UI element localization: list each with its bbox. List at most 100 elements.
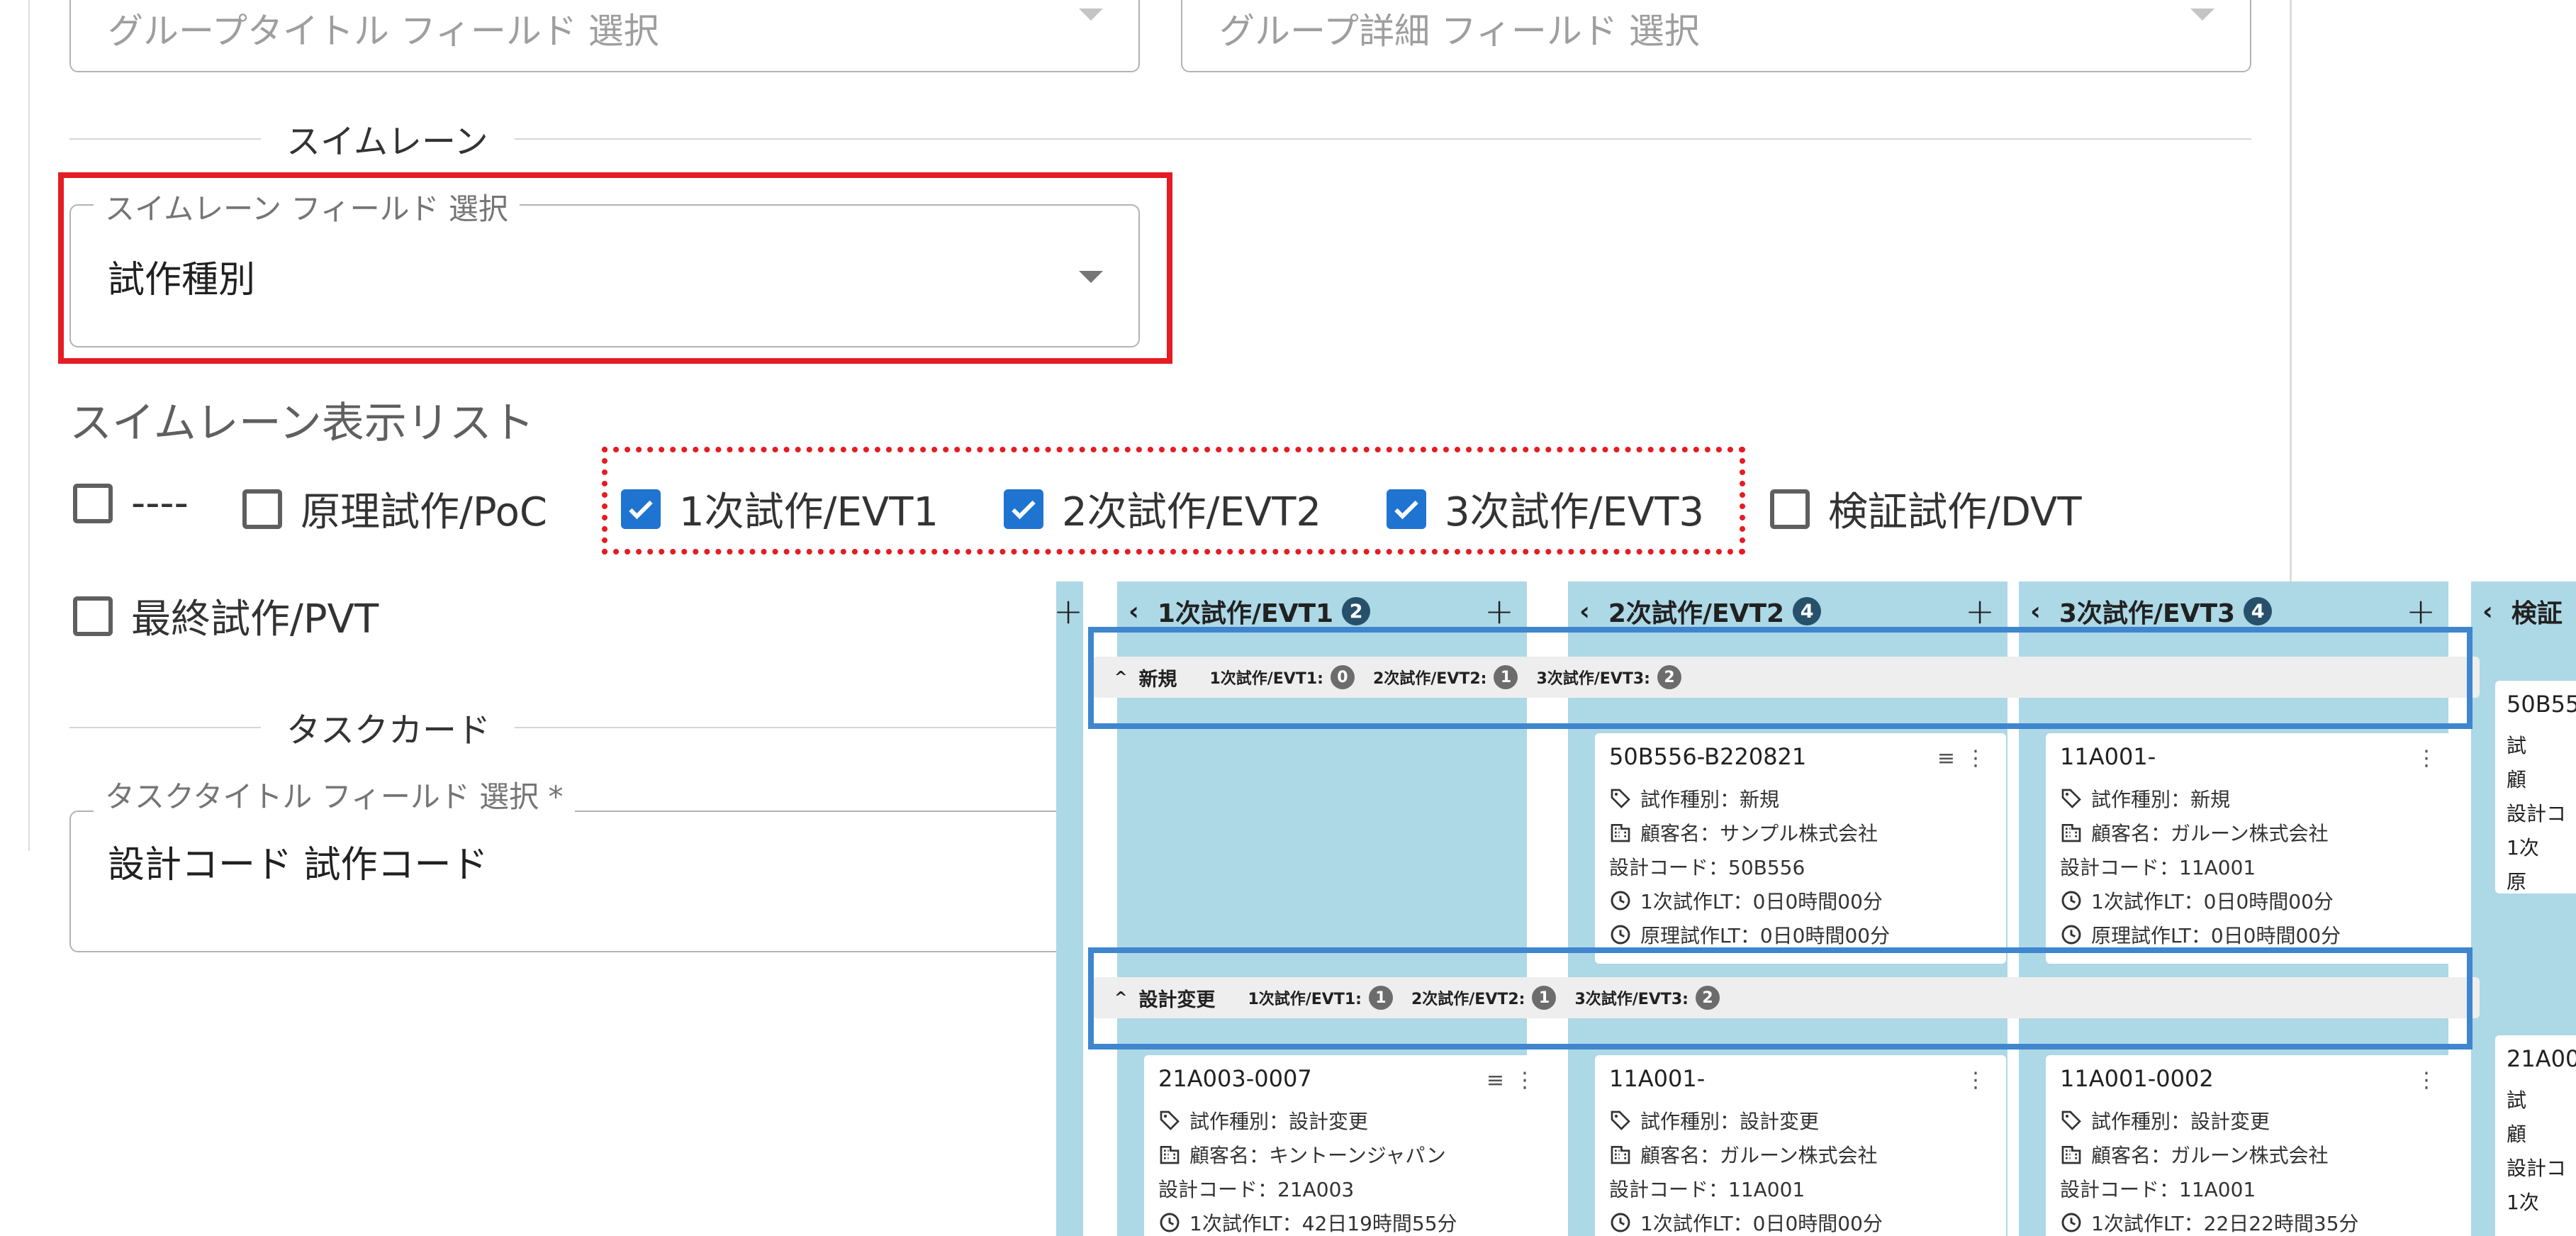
task-card[interactable]: 11A001- ⋮ 試作種別：設計変更 顧客名：ガルーン株式会社 設計コード：1… [1595, 1055, 2006, 1236]
column-title: 1次試作/EVT1 [1157, 599, 1334, 628]
more-vert-icon[interactable]: ⋮ [2416, 746, 2437, 771]
card-design-code: 設計コード：21A003 [1158, 1178, 1355, 1201]
card-field-customer: 顧客名：キントーンジャパン [1158, 1140, 1446, 1169]
tag-icon [2061, 1110, 2081, 1130]
clock-icon [1611, 925, 1630, 945]
swimlane-field-highlight [58, 172, 1172, 364]
collapse-column-icon[interactable]: ‹ [2030, 597, 2041, 626]
task-card[interactable]: 11A001- ⋮ 試作種別：新規 顧客名：ガルーン株式会社 設計コード：11A… [2046, 733, 2457, 964]
section-divider [69, 727, 261, 728]
tag-icon [1611, 1110, 1630, 1130]
collapse-column-icon[interactable]: ‹ [1579, 597, 1590, 626]
panel-divider [2290, 0, 2292, 581]
card-field-lt1: 1次試作LT：0日0時間00分 [2060, 886, 2334, 915]
card-field-customer: 顧客名：ガルーン株式会社 [2060, 1140, 2329, 1169]
selected-options-highlight [602, 447, 1745, 555]
column-header-dvt: ‹ 検証 [2471, 581, 2576, 641]
card-field-customer: 顧客名：ガルーン株式会社 [1609, 1140, 1878, 1169]
section-divider [515, 727, 1056, 728]
card-customer-text: 顧客名：ガルーン株式会社 [1640, 1144, 1878, 1167]
card-customer-text: 顧客名：サンプル株式会社 [1640, 822, 1878, 845]
column-title: 3次試作/EVT3 [2059, 599, 2236, 628]
card-design-code: 設計コード：11A001 [1609, 1178, 1805, 1201]
card-design-code: 設計コード：11A001 [2060, 856, 2256, 879]
task-card-partial[interactable]: 50B55 試 顧 設計コ 1次 原 [2495, 681, 2576, 893]
checkbox[interactable] [73, 483, 113, 523]
column-count-badge: 2 [1342, 597, 1371, 625]
card-field-lt0: 原理試作LT：0日0時間00分 [2060, 920, 2341, 949]
card-field-type: 試作種別：新規 [2060, 784, 2230, 813]
group-title-select[interactable]: グループタイトル フィールド 選択 [69, 0, 1140, 72]
card-lt1-text: 1次 [2507, 836, 2539, 859]
section-divider [515, 138, 2251, 140]
card-customer-text: 顧客名：ガルーン株式会社 [2091, 822, 2329, 845]
option-label: 原理試作/PoC [301, 489, 548, 535]
column-title: 2次試作/EVT2 [1608, 599, 1785, 628]
task-card-partial[interactable]: 21A00 試 顧 設計コ 1次 [2495, 1035, 2576, 1236]
card-design-code: 設計コ [2507, 802, 2567, 825]
card-customer-text: 顧 [2507, 1123, 2527, 1146]
more-vert-icon[interactable]: ⋮ [1965, 1068, 1986, 1093]
checkbox[interactable] [73, 596, 113, 636]
card-lt0-text: 原理試作LT：0日0時間00分 [1640, 924, 1891, 947]
card-title: 11A001-0002 [2060, 1065, 2214, 1092]
collapse-column-icon[interactable]: ‹ [1129, 597, 1139, 626]
option-none[interactable]: ---- [73, 480, 189, 526]
building-icon [1160, 1146, 1180, 1164]
add-card-icon[interactable]: + [2406, 591, 2436, 632]
option-poc[interactable]: 原理試作/PoC [242, 480, 547, 538]
clock-icon [2061, 891, 2081, 911]
column-count-badge: 4 [2244, 597, 2273, 625]
option-pvt[interactable]: 最終試作/PVT [73, 587, 379, 645]
card-title: 21A003-0007 [1158, 1065, 1312, 1092]
collapse-column-icon[interactable]: ‹ [2482, 597, 2493, 626]
add-card-icon[interactable]: + [1965, 591, 1995, 632]
card-title: 50B55 [2507, 691, 2576, 718]
add-card-icon[interactable]: + [1484, 591, 1514, 632]
swimlane-list-label: スイムレーン表示リスト [69, 399, 534, 448]
kanban-board: + ‹ 1次試作/EVT1 2 + ‹ 2次試作/EVT2 4 + ‹ 3次試作… [1056, 581, 2576, 1236]
clock-icon [1160, 1213, 1180, 1232]
checkbox[interactable] [242, 489, 282, 529]
card-field-lt0: 原理試作LT：0日0時間00分 [1609, 920, 1890, 949]
card-lt1-text: 1次試作LT：42日19時間55分 [1189, 1212, 1457, 1235]
task-card[interactable]: 50B556-B220821 ≡ ⋮ 試作種別：新規 顧客名：サンプル株式会社 … [1595, 733, 2006, 964]
card-design-code: 設計コード：50B556 [1609, 856, 1805, 879]
more-vert-icon[interactable]: ⋮ [2416, 1068, 2437, 1093]
tag-icon [2061, 789, 2081, 808]
card-customer-text: 顧客名：キントーンジャパン [1189, 1144, 1446, 1167]
card-field-type: 試作種別：新規 [1609, 784, 1779, 813]
card-lt1-text: 1次試作LT：22日22時間35分 [2091, 1212, 2359, 1235]
card-lt1-text: 1次試作LT：0日0時間00分 [2091, 890, 2334, 913]
option-label: 検証試作/DVT [1828, 489, 2082, 535]
more-vert-icon[interactable]: ⋮ [1965, 746, 1986, 771]
option-dvt[interactable]: 検証試作/DVT [1770, 480, 2082, 538]
checkbox[interactable] [1770, 489, 1810, 529]
card-design-code: 設計コード：11A001 [2060, 1178, 2256, 1201]
task-card[interactable]: 11A001-0002 ⋮ 試作種別：設計変更 顧客名：ガルーン株式会社 設計コ… [2046, 1055, 2457, 1236]
option-label: 最終試作/PVT [131, 596, 379, 642]
group-detail-select[interactable]: グループ詳細 フィールド 選択 [1181, 0, 2251, 72]
building-icon [1611, 1146, 1630, 1164]
list-icon[interactable]: ≡ [1937, 746, 1955, 771]
section-divider [69, 138, 261, 140]
card-type-text: 試作種別：設計変更 [2091, 1110, 2270, 1133]
chevron-down-icon [1079, 9, 1103, 21]
tag-icon [1160, 1110, 1180, 1130]
card-title: 21A00 [2507, 1045, 2576, 1072]
task-card[interactable]: 21A003-0007 ≡ ⋮ 試作種別：設計変更 顧客名：キントーンジャパン … [1144, 1055, 1555, 1236]
card-design-code: 設計コ [2507, 1157, 2567, 1180]
add-card-icon[interactable]: + [1056, 591, 1083, 632]
settings-panel: グループタイトル フィールド 選択 グループ詳細 フィールド 選択 スイムレーン… [0, 0, 2251, 952]
group-title-placeholder: グループタイトル フィールド 選択 [108, 11, 659, 52]
card-field-lt1: 1次試作LT：0日0時間00分 [1609, 886, 1883, 915]
task-title-select[interactable]: 設計コード 試作コード [69, 811, 1204, 952]
card-lt1-text: 1次試作LT：0日0時間00分 [1640, 890, 1883, 913]
list-icon[interactable]: ≡ [1486, 1068, 1504, 1093]
card-field-type: 試作種別：設計変更 [1158, 1106, 1368, 1135]
building-icon [2061, 1146, 2081, 1164]
column-header-partial: + [1056, 581, 1083, 641]
more-vert-icon[interactable]: ⋮ [1514, 1068, 1535, 1093]
card-type-text: 試作種別：新規 [1640, 788, 1780, 811]
card-field-lt1: 1次試作LT：22日22時間35分 [2060, 1208, 2359, 1236]
